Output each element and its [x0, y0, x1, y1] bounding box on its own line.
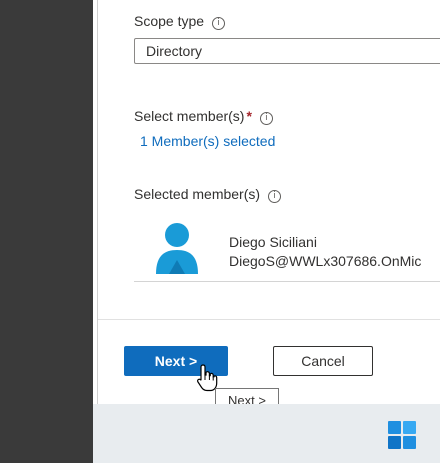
member-email: DiegoS@WWLx307686.OnMic [229, 253, 422, 269]
info-icon[interactable]: i [259, 112, 273, 125]
user-avatar-icon [156, 223, 198, 274]
select-members-label: Select member(s) [134, 108, 245, 124]
windows-start-icon[interactable] [387, 420, 417, 450]
scope-type-label-row: Scope type i [134, 13, 226, 30]
selected-members-label-row: Selected member(s) i [134, 186, 282, 203]
info-icon[interactable]: i [212, 17, 226, 30]
scope-type-select[interactable]: Directory [134, 38, 440, 64]
info-icon[interactable]: i [268, 190, 282, 203]
footer-divider [98, 319, 440, 320]
left-dark-sidebar [0, 0, 93, 463]
cancel-button[interactable]: Cancel [273, 346, 373, 376]
member-name: Diego Siciliani [229, 234, 317, 250]
selected-members-label: Selected member(s) [134, 186, 261, 202]
scope-type-label: Scope type [134, 13, 205, 29]
select-members-label-row: Select member(s) * i [134, 108, 273, 125]
member-divider [134, 281, 440, 282]
panel-inner-border [97, 0, 98, 404]
required-marker: * [246, 108, 252, 124]
members-selected-link[interactable]: 1 Member(s) selected [140, 133, 275, 149]
